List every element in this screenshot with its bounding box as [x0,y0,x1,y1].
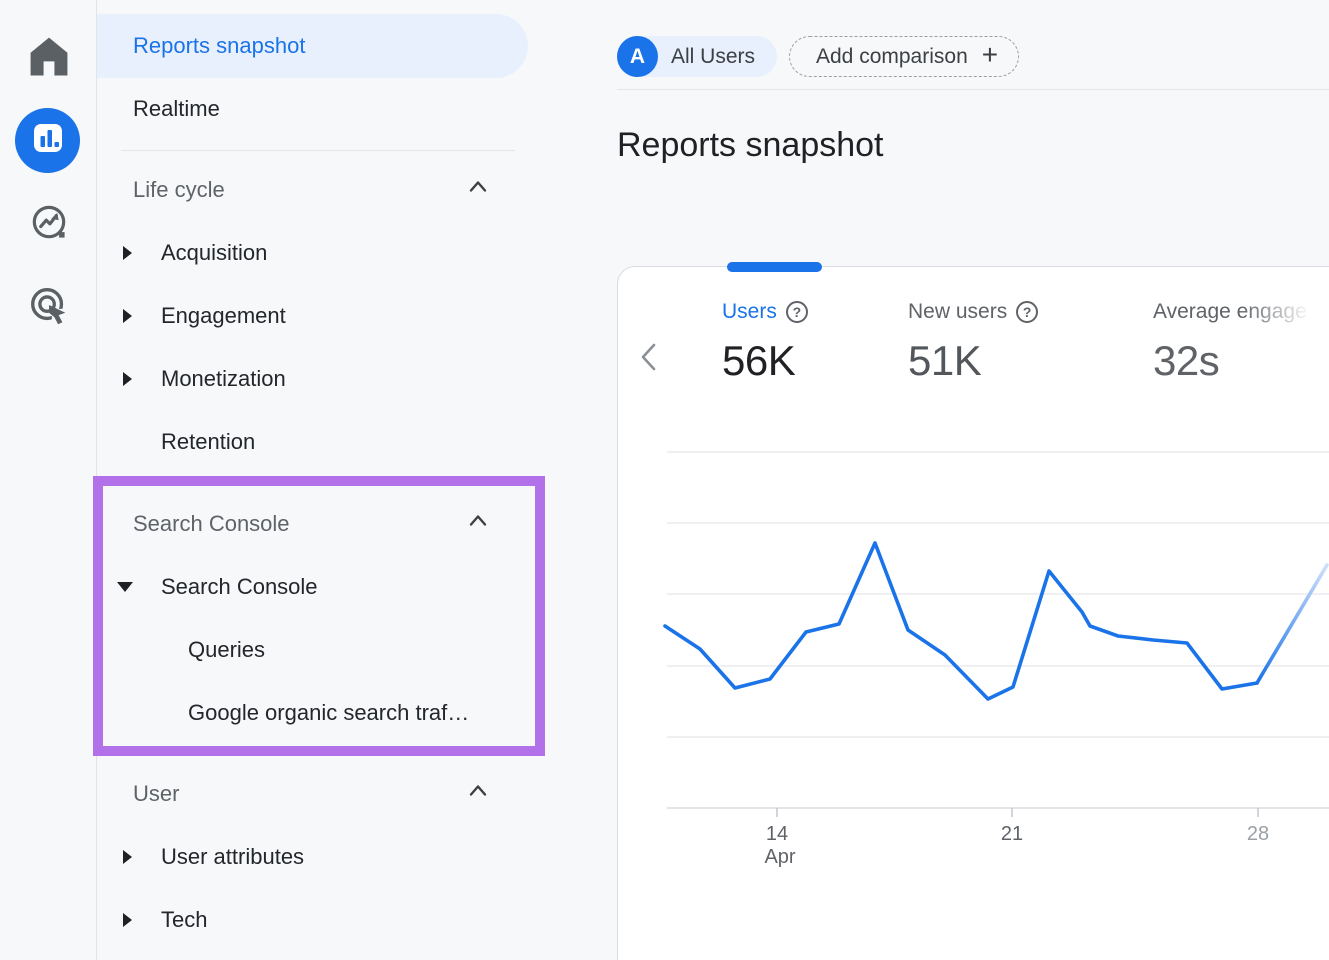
x-tick-label: 21 [1001,823,1023,845]
reports-sidebar: Reports snapshot Realtime Life cycle Acq… [97,0,613,960]
sidebar-item-user-attributes[interactable]: User attributes [97,831,597,883]
expand-right-icon [123,309,132,323]
segment-avatar: A [617,36,658,77]
add-comparison-label: Add comparison [816,45,968,69]
trend-circle-icon [27,200,71,249]
advertising-nav-button[interactable] [0,283,97,334]
sidebar-item-label: Engagement [161,303,286,329]
sidebar-item-label: Reports snapshot [133,33,305,59]
section-header-search-console[interactable]: Search Console [97,498,597,550]
section-header-life-cycle[interactable]: Life cycle [97,164,597,216]
sidebar-item-engagement[interactable]: Engagement [97,290,597,342]
all-users-label: All Users [671,45,755,69]
sidebar-item-google-organic-search-traffic[interactable]: Google organic search traf… [97,687,597,739]
x-tick-label: 14 [766,823,788,845]
users-chart-area: 14Apr 21 28 [617,430,1329,900]
sidebar-item-label: Retention [161,429,255,455]
chevron-up-icon[interactable] [467,511,489,538]
sidebar-item-label: Queries [188,637,265,663]
section-header-user[interactable]: User [97,768,597,820]
carousel-active-indicator [727,262,822,272]
sidebar-item-label: Search Console [161,574,318,600]
sidebar-item-label: Realtime [133,96,220,122]
app-nav-rail [0,0,97,960]
home-nav-button[interactable] [0,30,97,87]
target-cursor-icon [26,283,72,334]
expand-right-icon [123,850,132,864]
expand-right-icon [123,372,132,386]
sidebar-divider [121,150,515,151]
sidebar-item-reports-snapshot[interactable]: Reports snapshot [97,14,528,78]
sidebar-item-tech[interactable]: Tech [97,894,597,946]
metric-label: Average engage [1153,300,1307,324]
section-title: Life cycle [133,177,225,203]
sidebar-item-acquisition[interactable]: Acquisition [97,227,597,279]
sidebar-item-label: Monetization [161,366,286,392]
metric-value: 32s [1153,337,1329,385]
page-title: Reports snapshot [617,126,884,165]
sidebar-item-queries[interactable]: Queries [97,624,597,676]
add-comparison-button[interactable]: Add comparison + [789,36,1019,77]
sidebar-item-label: Acquisition [161,240,267,266]
x-tick-sublabel: Apr [764,846,795,868]
chevron-up-icon[interactable] [467,177,489,204]
header-divider [617,89,1329,90]
all-users-segment-chip[interactable]: A All Users [617,36,777,77]
sidebar-item-label: Tech [161,907,207,933]
section-title: Search Console [133,511,290,537]
sidebar-item-monetization[interactable]: Monetization [97,353,597,405]
metric-new-users[interactable]: New users ? 51K [908,300,1038,385]
sidebar-item-label: User attributes [161,844,304,870]
reports-nav-button[interactable] [15,108,80,173]
chevron-up-icon[interactable] [467,781,489,808]
chevron-left-icon [636,340,662,374]
home-icon [23,30,75,87]
sidebar-item-retention[interactable]: Retention [97,416,597,468]
metric-label: New users [908,300,1007,324]
x-tick-label: 28 [1247,823,1269,845]
plus-icon: + [982,41,998,72]
expand-down-icon [117,582,133,592]
metric-average-engagement[interactable]: Average engage 32s [1153,300,1329,385]
metric-value: 51K [908,337,1038,385]
users-series-line [665,543,1257,699]
help-icon[interactable]: ? [786,301,808,323]
metric-label: Users [722,300,777,324]
users-line-chart: 14Apr 21 28 [617,430,1329,900]
sidebar-item-label: Google organic search traf… [188,700,469,726]
metric-users[interactable]: Users ? 56K [722,300,808,385]
expand-right-icon [123,913,132,927]
metric-value: 56K [722,337,808,385]
sidebar-item-search-console[interactable]: Search Console [97,561,597,613]
expand-right-icon [123,246,132,260]
section-title: User [133,781,179,807]
ga4-reports-page: Reports snapshot Realtime Life cycle Acq… [0,0,1329,960]
bar-chart-icon [24,114,72,167]
carousel-left-button[interactable] [636,340,662,374]
help-icon[interactable]: ? [1016,301,1038,323]
sidebar-item-realtime[interactable]: Realtime [97,83,597,135]
explore-nav-button[interactable] [0,200,97,249]
